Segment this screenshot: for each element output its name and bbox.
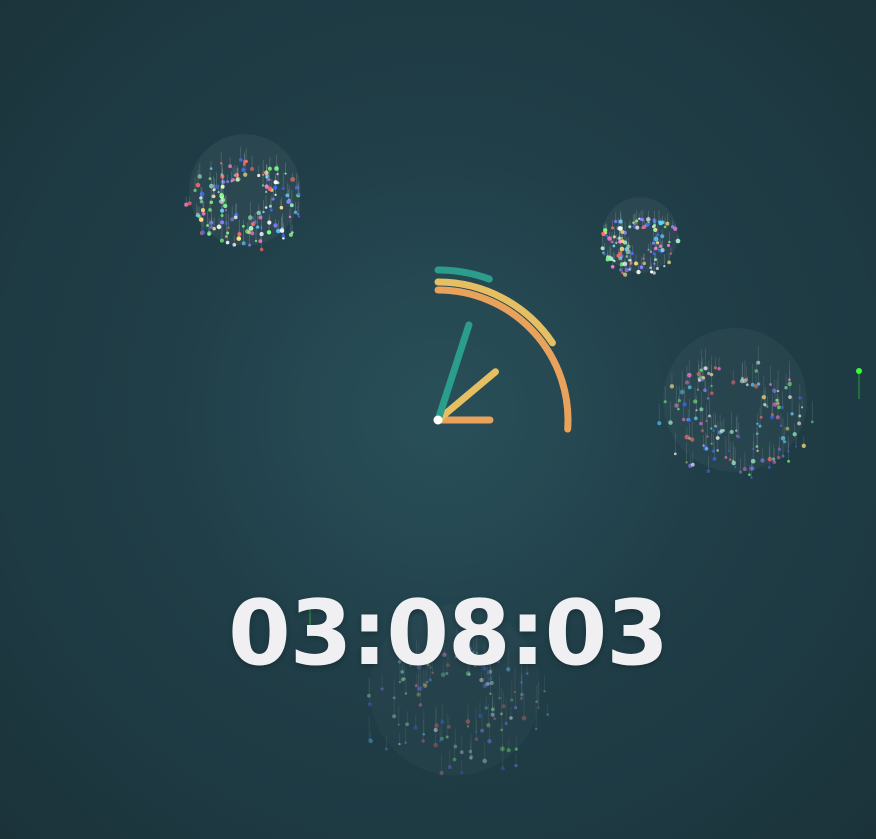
burst-top-left — [184, 134, 301, 252]
digital-time-readout: 03:08:03 — [228, 581, 669, 686]
spark-right — [856, 368, 862, 399]
clock-center-dot — [433, 415, 443, 425]
fireworks-clock-canvas — [180, 134, 862, 776]
burst-top-right — [600, 197, 681, 277]
